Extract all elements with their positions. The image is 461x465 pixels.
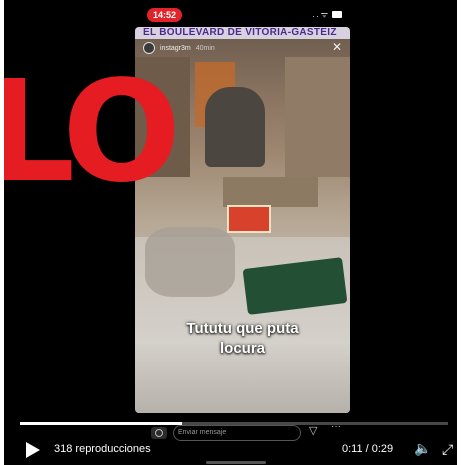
phone-clock: 14:52	[147, 8, 183, 22]
time-display: 0:11 / 0:29	[342, 443, 394, 455]
fullscreen-icon[interactable]: ⤢	[442, 441, 453, 458]
overlay-red-text: LO	[4, 51, 181, 214]
red-sign	[227, 205, 271, 233]
signal-wifi-icon: ..ᯤ	[312, 10, 330, 19]
camera-icon[interactable]	[151, 427, 167, 439]
story-caption: Tututu que puta locura	[135, 319, 350, 359]
close-icon[interactable]: ✕	[332, 40, 342, 54]
battery-icon	[332, 11, 342, 18]
view-count: 318 reproducciones	[54, 443, 151, 455]
story-time-ago: 40min	[195, 44, 215, 52]
progress-fill	[20, 422, 183, 425]
video-player[interactable]: 14:52 ..ᯤ EL BOULEVARD DE VITORIA-GASTEI…	[4, 0, 457, 465]
message-input[interactable]: Enviar mensaje	[173, 425, 301, 441]
caption-line-1: Tututu que puta	[186, 320, 299, 337]
send-icon[interactable]: ▽	[309, 424, 317, 437]
person-figure	[205, 87, 265, 167]
phone-status-bar: 14:52 ..ᯤ	[135, 8, 350, 26]
story-message-bar: Enviar mensaje ▽ ···	[139, 421, 355, 444]
caption-line-2: locura	[219, 340, 265, 357]
play-icon[interactable]	[26, 442, 40, 458]
scroll-handle[interactable]	[206, 461, 266, 464]
debris-pile	[145, 227, 235, 297]
story-banner-text: EL BOULEVARD DE VITORIA-GASTEIZ	[143, 27, 337, 38]
volume-icon[interactable]: 🔈	[414, 440, 431, 457]
progress-bar[interactable]	[20, 422, 448, 425]
store-shelf-right	[285, 57, 350, 177]
sign-stand	[223, 177, 318, 207]
